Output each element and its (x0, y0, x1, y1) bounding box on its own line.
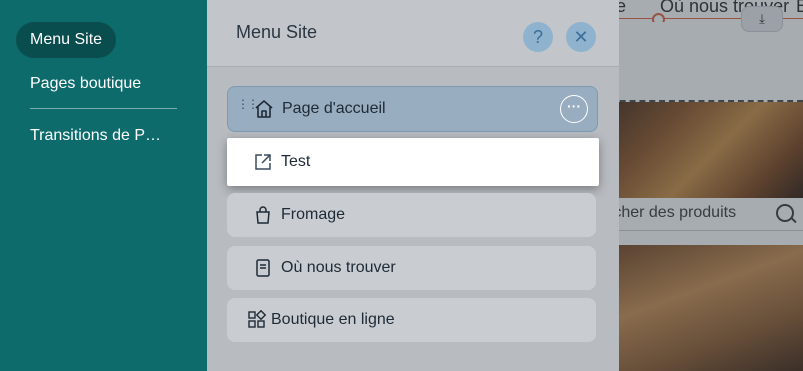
site-preview: ge Où nous trouver B ⤓ rcher des produit… (600, 0, 803, 371)
page-item-test[interactable]: Test (227, 138, 599, 186)
page-item-label: Boutique en ligne (271, 311, 395, 328)
download-icon: ⤓ (759, 11, 765, 26)
search-icon[interactable] (776, 204, 794, 222)
product-search[interactable]: rcher des produits (600, 198, 803, 231)
page-item-fromage[interactable]: Fromage (227, 193, 596, 237)
sidebar-item-transitions[interactable]: Transitions de P… (16, 118, 175, 154)
sidebar-divider (30, 108, 177, 109)
external-link-icon (253, 152, 273, 172)
nav-indicator-dot (652, 13, 665, 22)
grid-icon (247, 310, 267, 330)
shopping-bag-icon (253, 205, 273, 225)
page-item-ou-nous-trouver[interactable]: Où nous trouver (227, 246, 596, 290)
sidebar-item-pages-boutique[interactable]: Pages boutique (16, 66, 155, 102)
home-icon (254, 99, 274, 119)
sidebar-item-menu-site[interactable]: Menu Site (16, 22, 117, 58)
panel-title: Menu Site (236, 22, 318, 42)
page-item-label: Où nous trouver (281, 259, 396, 276)
close-button[interactable]: ✕ (566, 22, 596, 52)
drag-handle-icon[interactable]: ⋮⋮ (237, 98, 259, 110)
page-item-label: Test (281, 153, 311, 170)
menu-site-panel: Menu Site ? ✕ ⋮⋮ Page d'accueil ··· Test… (207, 0, 619, 371)
help-button[interactable]: ? (523, 22, 553, 52)
search-input[interactable]: rcher des produits (608, 204, 736, 222)
page-item-accueil[interactable]: ⋮⋮ Page d'accueil ··· (227, 86, 598, 132)
hero-image (600, 102, 803, 198)
left-sidebar: Menu Site Pages boutique Transitions de … (0, 0, 207, 371)
page-item-label: Fromage (281, 206, 346, 223)
product-image (600, 245, 803, 371)
page-item-boutique-en-ligne[interactable]: Boutique en ligne (227, 298, 596, 342)
more-options-button[interactable]: ··· (560, 95, 588, 123)
panel-header: Menu Site ? ✕ (207, 0, 619, 67)
site-nav-item[interactable]: B (796, 0, 803, 17)
page-item-label: Page d'accueil (282, 100, 386, 117)
document-icon (253, 258, 273, 278)
download-button[interactable]: ⤓ (741, 6, 783, 32)
